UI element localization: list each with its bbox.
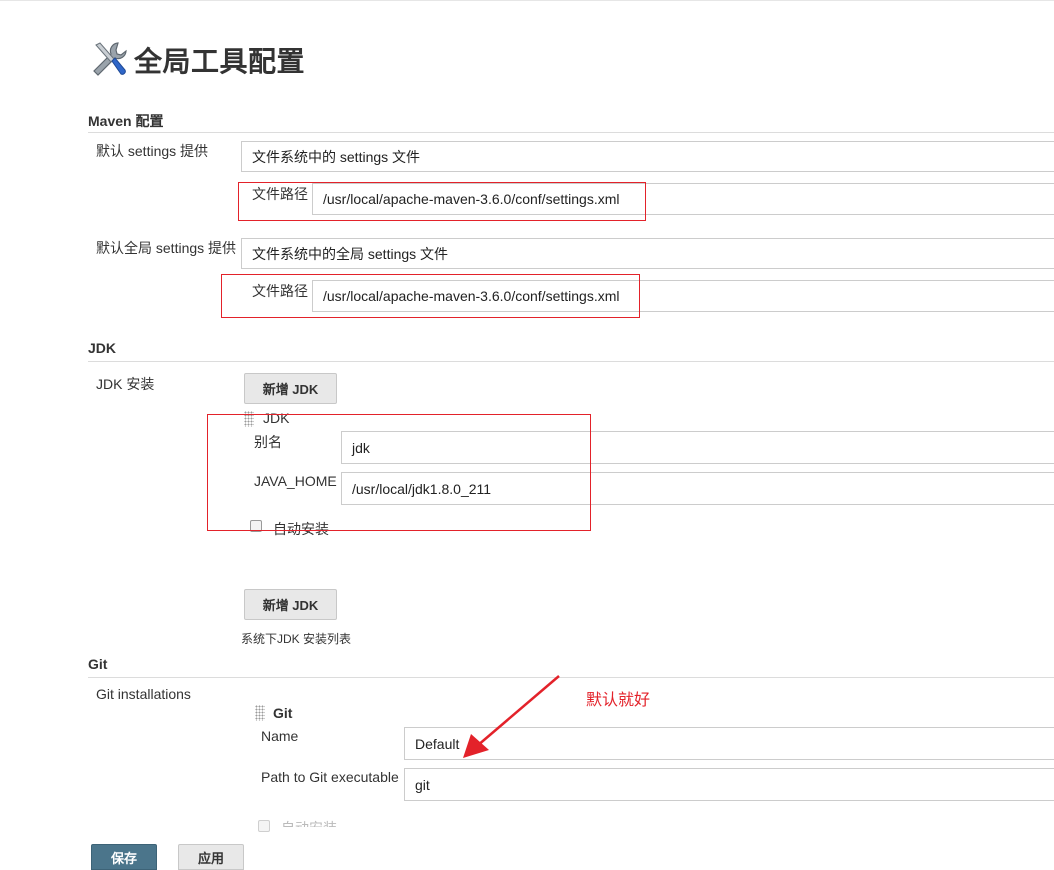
git-auto-install-checkbox[interactable] bbox=[258, 820, 270, 832]
jdk-section-title: JDK bbox=[88, 340, 117, 356]
git-section-title: Git bbox=[88, 656, 108, 672]
jdk-list-hint: 系统下JDK 安装列表 bbox=[241, 632, 352, 646]
add-jdk-button[interactable]: 新增 JDK bbox=[244, 373, 337, 404]
default-settings-value: 文件系统中的 settings 文件 bbox=[252, 148, 421, 165]
git-name-label: Name bbox=[261, 728, 299, 744]
global-settings-select[interactable]: 文件系统中的全局 settings 文件 bbox=[241, 238, 1054, 269]
default-settings-select[interactable]: 文件系统中的 settings 文件 bbox=[241, 141, 1054, 172]
page-title: 全局工具配置 bbox=[134, 46, 306, 77]
git-auto-install-label: 自动安装 bbox=[281, 818, 337, 827]
default-settings-label: 默认 settings 提供 bbox=[96, 143, 209, 159]
global-settings-value: 文件系统中的全局 settings 文件 bbox=[252, 245, 449, 262]
drag-handle-icon[interactable] bbox=[255, 705, 265, 721]
top-divider bbox=[0, 0, 1054, 1]
add-jdk-button-2[interactable]: 新增 JDK bbox=[244, 589, 337, 620]
global-settings-label: 默认全局 settings 提供 bbox=[96, 240, 237, 256]
git-path-input[interactable]: git bbox=[404, 768, 1054, 801]
apply-button[interactable]: 应用 bbox=[178, 844, 244, 870]
page-header: 全局工具配置 bbox=[88, 38, 305, 82]
git-name-value: Default bbox=[415, 735, 460, 752]
jdk-install-label: JDK 安装 bbox=[96, 376, 155, 392]
git-installations-label: Git installations bbox=[96, 686, 191, 702]
save-button[interactable]: 保存 bbox=[91, 844, 157, 870]
tools-icon bbox=[93, 42, 127, 76]
highlight-box bbox=[221, 274, 640, 318]
annotation-note: 默认就好 bbox=[586, 692, 651, 709]
git-item-title: Git bbox=[273, 705, 293, 721]
highlight-box bbox=[207, 414, 591, 531]
highlight-box bbox=[238, 182, 646, 221]
git-path-label: Path to Git executable bbox=[261, 769, 399, 785]
git-path-value: git bbox=[415, 776, 430, 793]
maven-section-title: Maven 配置 bbox=[88, 113, 164, 129]
annotation-arrow-icon bbox=[463, 675, 560, 758]
maven-section-divider bbox=[88, 132, 1054, 133]
jdk-section-divider bbox=[88, 361, 1054, 362]
git-section-divider bbox=[88, 677, 1054, 678]
